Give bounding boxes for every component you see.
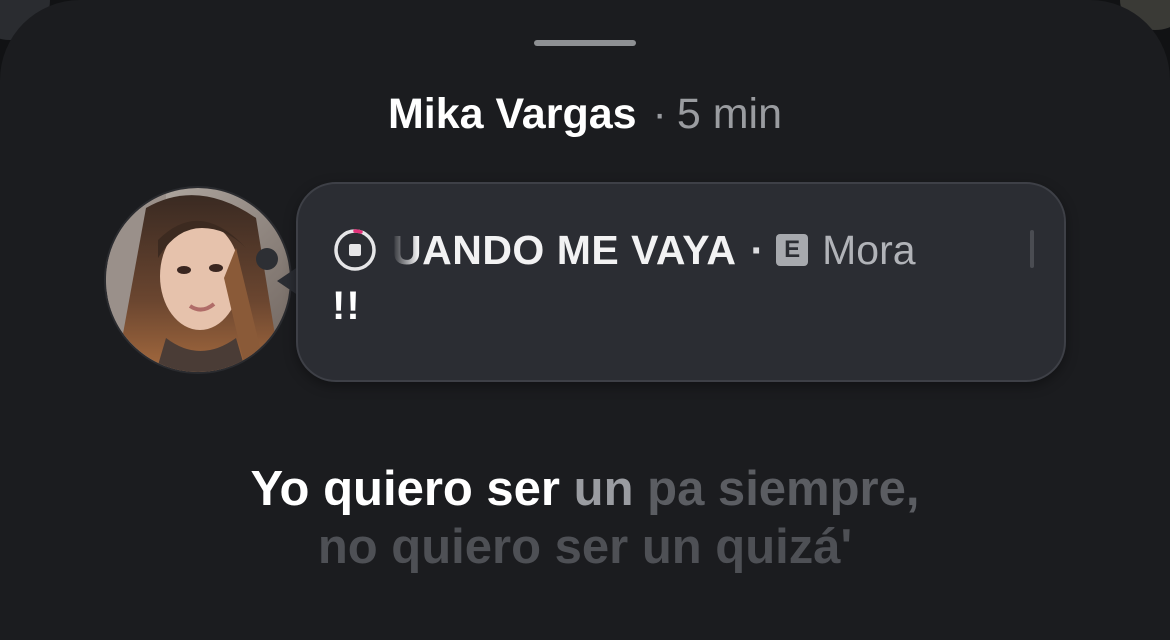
track-separator: ·	[750, 226, 765, 273]
lyrics-line-2: no quiero ser un quizá'	[317, 520, 853, 574]
music-playback-icon[interactable]	[332, 227, 378, 273]
lyrics: Yo quiero ser un pa siempre, no quiero s…	[0, 460, 1170, 576]
note-timestamp: 5 min	[676, 90, 783, 138]
sheet-grabber-handle[interactable]	[534, 40, 636, 46]
lyrics-current: un	[573, 462, 634, 516]
track-artist: Mora	[822, 226, 916, 273]
lyrics-sung: Yo quiero ser	[250, 462, 561, 516]
track-title: UANDO ME VAYA	[392, 226, 737, 273]
bubble-tail-dot	[256, 248, 278, 270]
note-header: Mika Vargas · 5 min	[0, 88, 1170, 140]
explicit-badge: E	[776, 234, 809, 266]
lyrics-upcoming: pa siempre,	[647, 462, 920, 516]
avatar[interactable]	[104, 186, 292, 374]
lyrics-line-1: Yo quiero ser un pa siempre,	[0, 460, 1170, 518]
header-separator: ·	[652, 90, 667, 138]
author-name[interactable]: Mika Vargas	[388, 90, 637, 138]
note-text: !!	[332, 284, 361, 328]
avatar-photo	[106, 188, 290, 372]
marquee-next-char	[1030, 230, 1034, 268]
note-sheet: Mika Vargas · 5 min UANDO ME VAYA · E Mo…	[0, 0, 1170, 640]
note-bubble[interactable]: UANDO ME VAYA · E Mora !!	[296, 182, 1066, 382]
music-track-row[interactable]: UANDO ME VAYA · E Mora	[332, 224, 1052, 276]
